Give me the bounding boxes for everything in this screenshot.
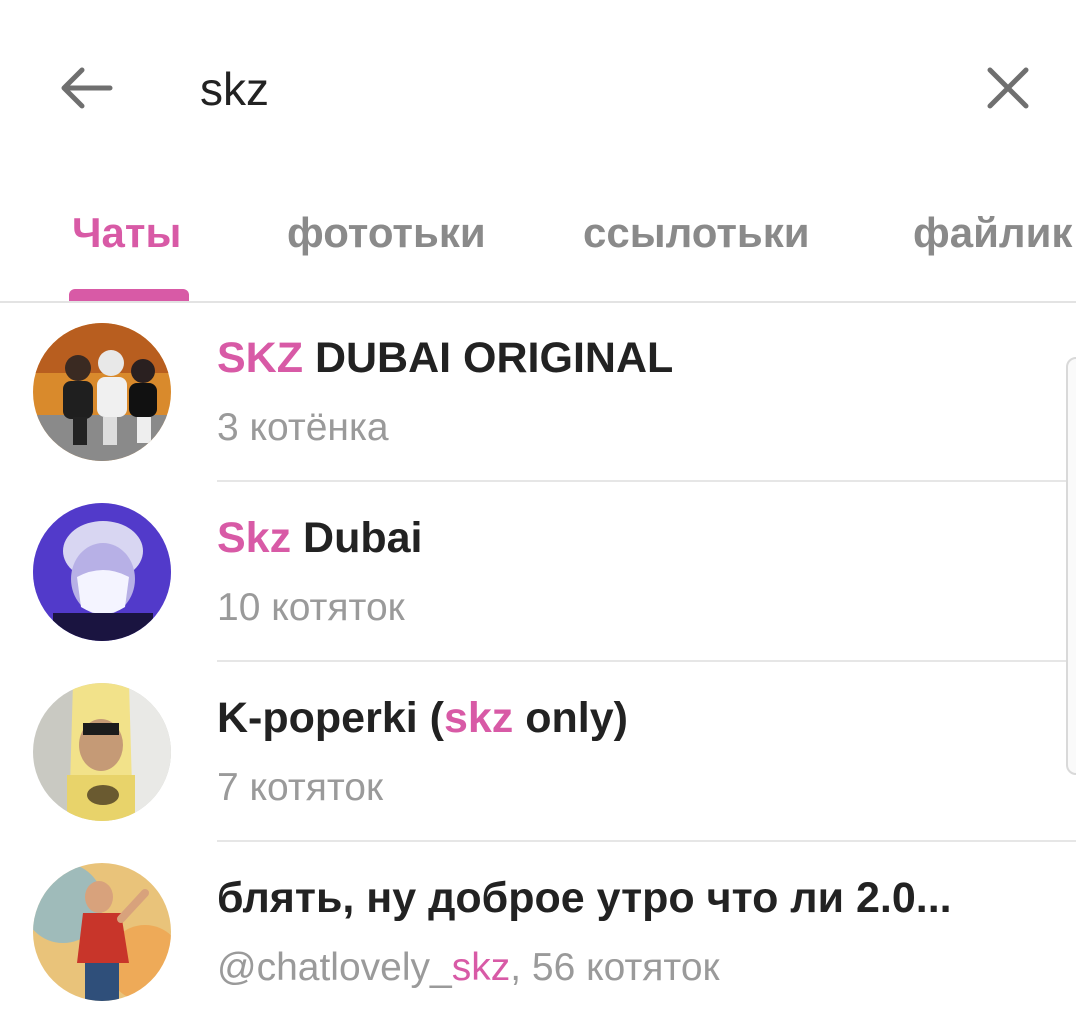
title-highlight: skz	[443, 694, 514, 742]
title-highlight: Skz	[217, 514, 292, 562]
title-highlight: SKZ	[217, 334, 303, 382]
avatar	[33, 503, 171, 641]
chat-title: блять, ну доброе утро что ли 2.0...	[217, 874, 952, 922]
chat-title: SKZ DUBAI ORIGINAL	[217, 334, 673, 383]
chat-title: K-poperki (skz only)	[217, 694, 628, 743]
avatar	[33, 683, 171, 821]
title-text: only)	[513, 694, 628, 742]
avatar	[33, 863, 171, 1001]
search-header	[0, 0, 1076, 170]
back-button[interactable]	[52, 58, 120, 118]
close-icon	[987, 67, 1029, 109]
search-tabs: Чаты фототьки ссылотьки файлик	[0, 195, 1076, 303]
chat-result-row[interactable]: блять, ну доброе утро что ли 2.0... @cha…	[0, 842, 1076, 1022]
active-tab-indicator	[69, 289, 189, 301]
tab-chats[interactable]: Чаты	[72, 209, 181, 257]
member-count: 7 котяток	[217, 766, 384, 809]
title-text: DUBAI ORIGINAL	[303, 334, 674, 382]
member-count: 3 котёнка	[217, 406, 389, 449]
avatar	[33, 323, 171, 461]
username-text: @chatlovely_	[217, 946, 452, 989]
scroll-indicator[interactable]	[1066, 357, 1076, 775]
search-input[interactable]	[200, 58, 900, 120]
tab-files[interactable]: файлик	[913, 209, 1072, 257]
tab-links[interactable]: ссылотьки	[583, 209, 810, 257]
title-text: K-poperki (	[217, 694, 444, 742]
chat-result-row[interactable]: Skz Dubai 10 котяток	[0, 482, 1076, 662]
chat-result-row[interactable]: SKZ DUBAI ORIGINAL 3 котёнка	[0, 302, 1076, 482]
chat-result-row[interactable]: K-poperki (skz only) 7 котяток	[0, 662, 1076, 842]
chat-username: @chatlovely_skz, 56 котяток	[217, 946, 720, 990]
chat-title: Skz Dubai	[217, 514, 423, 563]
arrow-left-icon	[61, 67, 113, 109]
clear-search-button[interactable]	[976, 56, 1040, 120]
username-highlight: skz	[451, 946, 511, 989]
title-text: Dubai	[291, 514, 423, 562]
chat-results-list: SKZ DUBAI ORIGINAL 3 котёнка Skz Dubai 1…	[0, 302, 1076, 1013]
member-count: 10 котяток	[217, 586, 405, 629]
tab-photos[interactable]: фототьки	[287, 209, 486, 257]
member-count: , 56 котяток	[510, 946, 720, 989]
